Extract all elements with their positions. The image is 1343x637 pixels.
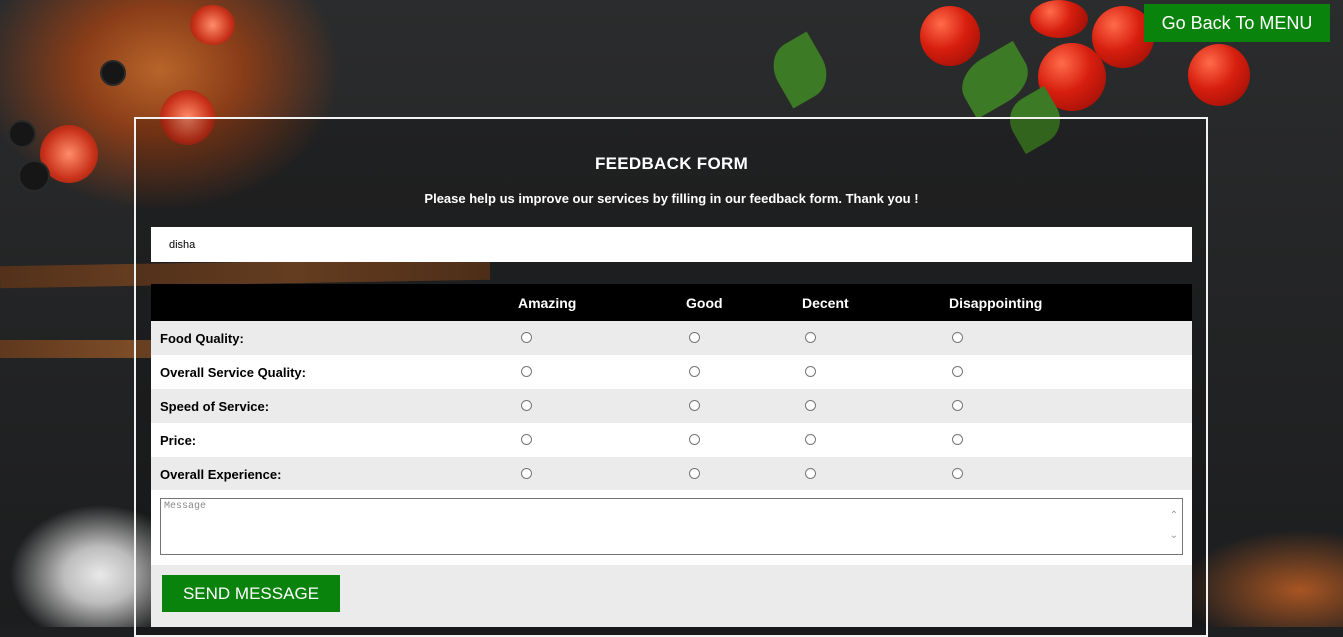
radio-food-good[interactable]	[689, 332, 700, 344]
rating-header-row: Amazing Good Decent Disappointing	[151, 284, 1192, 321]
rating-row-experience: Overall Experience:	[151, 457, 1192, 491]
radio-experience-disappointing[interactable]	[952, 468, 963, 480]
rating-table: Amazing Good Decent Disappointing Food Q…	[151, 284, 1192, 491]
radio-experience-amazing[interactable]	[521, 468, 532, 480]
olive	[100, 60, 126, 86]
row-label: Food Quality:	[160, 330, 244, 346]
radio-price-disappointing[interactable]	[952, 434, 963, 446]
cherry-tomato	[920, 6, 980, 66]
go-back-to-menu-button[interactable]: Go Back To MENU	[1144, 4, 1330, 42]
name-input[interactable]	[151, 227, 1192, 262]
column-header-good: Good	[686, 294, 723, 311]
header-blank	[151, 284, 518, 321]
row-label: Overall Service Quality:	[160, 364, 306, 380]
row-label: Speed of Service:	[160, 398, 270, 414]
cherry-tomato	[1188, 44, 1250, 106]
column-header-amazing: Amazing	[518, 294, 577, 311]
radio-food-amazing[interactable]	[521, 332, 532, 344]
rating-row-price: Price:	[151, 423, 1192, 457]
radio-service-decent[interactable]	[805, 366, 816, 378]
olive	[8, 120, 36, 148]
radio-price-amazing[interactable]	[521, 434, 532, 446]
radio-food-disappointing[interactable]	[952, 332, 963, 344]
radio-service-disappointing[interactable]	[952, 366, 963, 378]
radio-food-decent[interactable]	[805, 332, 816, 344]
radio-price-good[interactable]	[689, 434, 700, 446]
radio-experience-decent[interactable]	[805, 468, 816, 480]
rating-row-speed: Speed of Service:	[151, 389, 1192, 423]
radio-speed-amazing[interactable]	[521, 400, 532, 412]
row-label: Price:	[160, 432, 197, 448]
column-header-disappointing: Disappointing	[949, 294, 1043, 311]
scroll-up-icon[interactable]: ⌃	[1168, 506, 1180, 526]
column-header-decent: Decent	[802, 294, 849, 311]
form-title: FEEDBACK FORM	[594, 154, 749, 173]
radio-speed-good[interactable]	[689, 400, 700, 412]
scroll-down-icon[interactable]: ⌄	[1168, 526, 1180, 546]
form-subtitle: Please help us improve our services by f…	[424, 191, 919, 206]
cherry-tomato	[1030, 0, 1088, 38]
message-textarea[interactable]	[160, 498, 1183, 555]
parsley-leaf	[763, 31, 837, 109]
send-message-button[interactable]: SEND MESSAGE	[162, 575, 340, 612]
radio-service-amazing[interactable]	[521, 366, 532, 378]
row-label: Overall Experience:	[160, 466, 282, 482]
radio-speed-decent[interactable]	[805, 400, 816, 412]
tomato-slice	[190, 5, 235, 45]
radio-experience-good[interactable]	[689, 468, 700, 480]
radio-price-decent[interactable]	[805, 434, 816, 446]
rating-row-food-quality: Food Quality:	[151, 321, 1192, 355]
radio-service-good[interactable]	[689, 366, 700, 378]
rating-row-service-quality: Overall Service Quality:	[151, 355, 1192, 389]
radio-speed-disappointing[interactable]	[952, 400, 963, 412]
textarea-scrollbar[interactable]: ⌃ ⌄	[1168, 506, 1180, 550]
